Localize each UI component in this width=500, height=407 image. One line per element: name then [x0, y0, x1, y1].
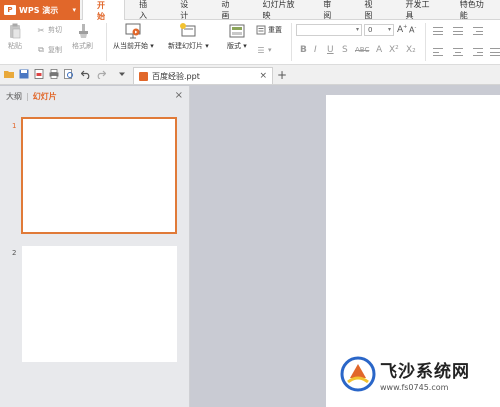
copy-icon: ⧉ [38, 45, 44, 54]
section-button[interactable]: ☰ ▾ [256, 45, 271, 55]
site-watermark: 飞沙系统网 www.fs0745.com [340, 356, 470, 392]
slides-pane: 大纲 | 幻灯片 × 1 2 [0, 86, 190, 407]
slideshow-icon [124, 23, 142, 39]
font-size-value: 0 [368, 26, 373, 34]
chevron-down-icon: ▾ [387, 26, 391, 33]
open-folder-icon[interactable] [4, 69, 14, 79]
redo-icon[interactable] [96, 69, 106, 79]
strikethrough-button[interactable]: ABC [355, 46, 369, 54]
save-icon[interactable] [19, 69, 29, 79]
paste-icon [6, 23, 24, 39]
pane-tab-separator: | [26, 91, 29, 101]
reset-icon [256, 25, 266, 35]
shrink-font-button[interactable]: A- [409, 25, 416, 35]
tab-0[interactable]: 开始 [82, 0, 126, 21]
ribbon: 粘贴 ✂ 剪切 ⧉ 复制 格式刷 从当前开始 ▾ 新建幻灯片 ▾ 版式 ▾ 重置… [0, 20, 500, 65]
wps-logo-icon: P [4, 5, 16, 15]
tab-5[interactable]: 审阅 [309, 0, 350, 20]
tab-1[interactable]: 插入 [125, 0, 166, 20]
italic-button[interactable]: I [314, 45, 317, 55]
tab-slides[interactable]: 幻灯片 [33, 91, 57, 102]
cut-button[interactable]: ✂ 剪切 [36, 25, 62, 35]
new-slide-button[interactable]: 新建幻灯片 ▾ [168, 23, 209, 51]
layout-icon [228, 23, 246, 39]
chevron-down-icon: ▾ [355, 26, 359, 33]
tab-outline[interactable]: 大纲 [6, 91, 22, 102]
ribbon-separator [425, 23, 426, 61]
new-slide-icon [179, 23, 197, 39]
menu-tab-bar: P WPS 演示 ▾ 开始 插入 设计 动画 幻灯片放映 审阅 视图 开发工具 特色功能 [0, 0, 500, 21]
font-name-select[interactable]: ▾ [296, 24, 362, 36]
reset-label: 重置 [268, 26, 282, 34]
copy-button[interactable]: ⧉ 复制 [36, 45, 62, 55]
ribbon-separator [291, 23, 292, 61]
close-tab-icon[interactable]: × [259, 71, 267, 81]
print-preview-icon[interactable] [64, 69, 74, 79]
bold-button[interactable]: B [300, 45, 307, 55]
justify-icon[interactable] [490, 48, 500, 56]
cut-label: 剪切 [48, 26, 62, 34]
slide-number: 2 [12, 249, 17, 257]
app-menu-button[interactable]: P WPS 演示 ▾ [0, 0, 80, 20]
play-from-current-button[interactable]: 从当前开始 ▾ [113, 23, 154, 51]
watermark-logo-icon [340, 356, 376, 392]
tab-7[interactable]: 开发工具 [392, 0, 446, 20]
format-painter-button[interactable]: 格式刷 [72, 23, 93, 51]
numbering-icon[interactable] [453, 27, 463, 35]
chevron-down-icon[interactable]: ▾ [72, 6, 76, 14]
pane-header: 大纲 | 幻灯片 [0, 86, 190, 106]
shadow-button[interactable]: S [342, 45, 348, 55]
layout-label: 版式 ▾ [227, 42, 247, 50]
document-name: 百度经验.ppt [152, 71, 200, 81]
from-current-label: 从当前开始 ▾ [113, 42, 154, 50]
section-icon: ☰ [257, 45, 265, 55]
watermark-title: 飞沙系统网 [380, 361, 470, 382]
grow-font-button[interactable]: A+ [397, 24, 407, 35]
ppt-file-icon [139, 71, 148, 81]
tab-3[interactable]: 动画 [207, 0, 248, 20]
paste-label: 粘贴 [8, 42, 22, 50]
brush-icon [74, 23, 92, 39]
tab-4[interactable]: 幻灯片放映 [249, 0, 310, 20]
app-name: WPS 演示 [19, 5, 59, 15]
slide-thumbnail-2[interactable] [22, 246, 177, 362]
font-size-select[interactable]: 0 ▾ [364, 24, 394, 36]
format-painter-label: 格式刷 [72, 42, 93, 50]
slide-thumbnail-1[interactable] [21, 117, 177, 234]
paste-button[interactable]: 粘贴 [6, 23, 24, 51]
close-pane-icon[interactable]: × [175, 90, 183, 101]
tab-6[interactable]: 视图 [350, 0, 391, 20]
tab-8[interactable]: 特色功能 [446, 0, 500, 20]
align-left-icon[interactable] [433, 48, 443, 56]
indent-icon[interactable] [473, 27, 483, 35]
watermark-url: www.fs0745.com [380, 382, 449, 392]
align-right-icon[interactable] [473, 48, 483, 56]
tab-2[interactable]: 设计 [166, 0, 207, 20]
copy-label: 复制 [48, 46, 62, 54]
font-color-button[interactable]: A [376, 45, 382, 55]
underline-button[interactable]: U [327, 45, 334, 55]
subscript-button[interactable]: X₂ [406, 45, 416, 55]
reset-button[interactable]: 重置 [256, 25, 282, 35]
layout-button[interactable]: 版式 ▾ [227, 23, 247, 51]
scissors-icon: ✂ [37, 25, 45, 35]
quick-access-toolbar: 百度经验.ppt × + [0, 65, 500, 85]
document-tab[interactable]: 百度经验.ppt × [133, 67, 273, 84]
print-icon[interactable] [49, 69, 59, 79]
ribbon-tabs: 开始 插入 设计 动画 幻灯片放映 审阅 视图 开发工具 特色功能 [82, 0, 500, 21]
new-tab-button[interactable]: + [277, 68, 287, 82]
customize-toolbar-icon[interactable] [117, 69, 127, 79]
align-center-icon[interactable] [453, 48, 463, 56]
ribbon-separator [106, 23, 107, 61]
slide-number: 1 [12, 122, 17, 130]
superscript-button[interactable]: X² [389, 45, 399, 55]
bullets-icon[interactable] [433, 27, 443, 35]
new-slide-label: 新建幻灯片 ▾ [168, 42, 209, 50]
undo-icon[interactable] [81, 69, 91, 79]
export-pdf-icon[interactable] [34, 69, 44, 79]
